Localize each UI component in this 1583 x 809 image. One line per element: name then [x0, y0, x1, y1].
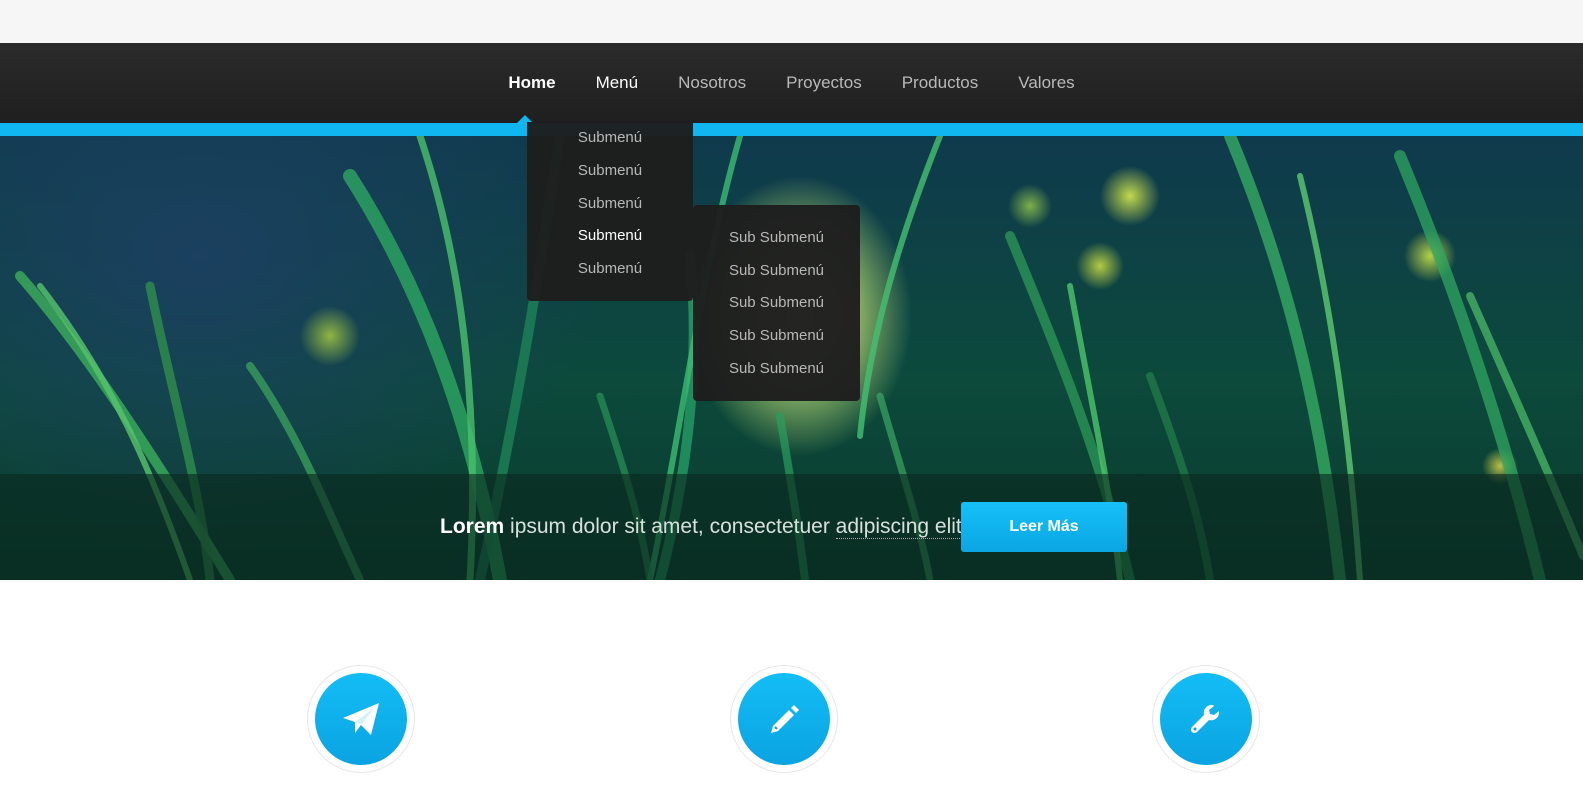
feature-icon-badge [315, 673, 407, 765]
nav-item-menu[interactable]: Menú [596, 73, 639, 93]
sub-submenu-item[interactable]: Sub Submenú [693, 360, 860, 377]
submenu-item[interactable]: Submenú [527, 260, 693, 277]
submenu-item-highlighted[interactable]: Submenú [527, 227, 693, 244]
sub-submenu-dropdown: Sub Submenú Sub Submenú Sub Submenú Sub … [693, 205, 860, 401]
pencil-icon [771, 705, 799, 733]
sub-submenu-item[interactable]: Sub Submenú [693, 294, 860, 311]
sub-submenu-item[interactable]: Sub Submenú [693, 262, 860, 279]
main-navbar: Home Menú Nosotros Proyectos Productos V… [0, 43, 1583, 123]
submenu-item[interactable]: Submenú [527, 162, 693, 179]
top-strip [0, 0, 1583, 43]
feature-icon-badge [1160, 673, 1252, 765]
feature-icon-badge [738, 673, 830, 765]
nav-item-nosotros[interactable]: Nosotros [678, 73, 746, 93]
hero-caption: Lorem ipsum dolor sit amet, consectetuer… [440, 515, 968, 539]
sub-submenu-item[interactable]: Sub Submenú [693, 229, 860, 246]
nav-list: Home Menú Nosotros Proyectos Productos V… [0, 43, 1583, 123]
submenu-dropdown: Submenú Submenú Submenú Submenú Submenú [527, 122, 693, 301]
nav-item-productos[interactable]: Productos [902, 73, 979, 93]
feature-circle-tools[interactable] [1152, 665, 1260, 773]
nav-item-valores[interactable]: Valores [1018, 73, 1074, 93]
submenu-item[interactable]: Submenú [527, 129, 693, 146]
nav-item-proyectos[interactable]: Proyectos [786, 73, 862, 93]
nav-item-home[interactable]: Home [508, 73, 555, 93]
hero-caption-body: ipsum dolor sit amet, consectetuer [504, 515, 836, 538]
wrench-icon [1190, 704, 1220, 734]
feature-circle-edit[interactable] [730, 665, 838, 773]
feature-circle-send[interactable] [307, 665, 415, 773]
paper-plane-icon [343, 703, 379, 735]
read-more-button[interactable]: Leer Más [961, 502, 1127, 552]
sub-submenu-item[interactable]: Sub Submenú [693, 327, 860, 344]
submenu-item[interactable]: Submenú [527, 195, 693, 212]
accent-bar [0, 123, 1583, 136]
hero-caption-lead: Lorem [440, 515, 505, 538]
hero-caption-link[interactable]: adipiscing elit. [835, 515, 968, 539]
